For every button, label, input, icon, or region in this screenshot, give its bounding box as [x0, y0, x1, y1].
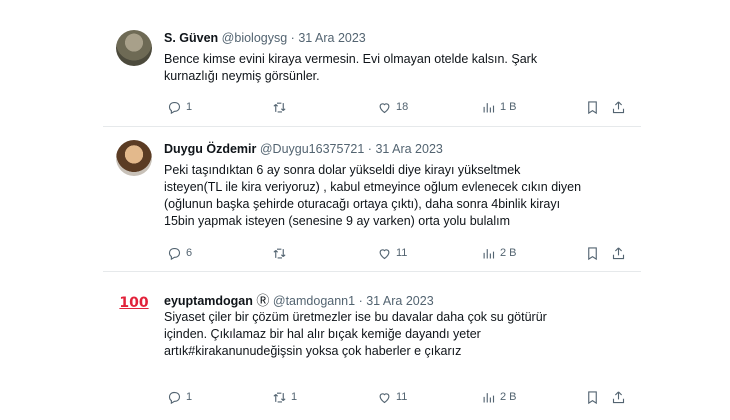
- bookmark-icon: [588, 100, 597, 114]
- heart-icon: [379, 392, 390, 403]
- tweet[interactable]: S. Güven @biologysg · 31 Ara 2023 Bence …: [103, 14, 641, 127]
- tweet-header: Duygu Özdemir @Duygu16375721 · 31 Ara 20…: [164, 142, 443, 156]
- separator: ·: [358, 294, 363, 308]
- bookmark-icon: [588, 390, 597, 404]
- tweet-text-line: içinden. Çıkılamaz bir hal alır bıçak ke…: [164, 327, 481, 341]
- reply-button[interactable]: 6: [167, 243, 192, 263]
- like-count: 11: [396, 247, 408, 259]
- tweet-actions: 1 18 1 B: [159, 97, 629, 117]
- views-icon: [483, 248, 495, 258]
- heart-icon: [379, 102, 390, 113]
- tweet-date[interactable]: 31 Ara 2023: [375, 142, 442, 156]
- view-count: 2 B: [500, 391, 517, 403]
- bookmark-icon: [588, 246, 597, 260]
- tweet-actions: 1 1 11 2 B: [159, 387, 629, 407]
- views-button[interactable]: 1 B: [481, 97, 517, 117]
- avatar[interactable]: [116, 30, 152, 66]
- share-icon: [612, 390, 625, 403]
- like-count: 11: [396, 391, 408, 403]
- bookmark-button[interactable]: [585, 243, 600, 263]
- retweet-count: 1: [291, 391, 298, 403]
- heart-icon: [379, 248, 390, 259]
- tweet-text-line: Siyaset çiler bir çözüm üretmezler ise b…: [164, 310, 547, 324]
- retweet-icon: [273, 248, 286, 258]
- reply-button[interactable]: 1: [167, 97, 192, 117]
- views-icon: [483, 102, 495, 112]
- avatar-emoji-100: 100: [119, 295, 149, 311]
- tweet-text-line: kurnazlığı neymiş görsünler.: [164, 69, 320, 83]
- tweet-text: Siyaset çiler bir çözüm üretmezler ise b…: [164, 309, 624, 360]
- share-button[interactable]: [611, 243, 626, 263]
- tweet-text-line: Peki taşındıktan 6 ay sonra dolar yüksel…: [164, 163, 521, 177]
- views-icon: [483, 392, 495, 402]
- reply-icon: [168, 101, 181, 114]
- reply-count: 6: [186, 247, 193, 259]
- tweet-date[interactable]: 31 Ara 2023: [298, 31, 365, 45]
- share-icon: [612, 246, 625, 259]
- like-count: 18: [396, 101, 409, 113]
- registered-badge-icon: Ⓡ: [256, 293, 270, 308]
- bookmark-button[interactable]: [585, 97, 600, 117]
- reply-count: 1: [186, 101, 193, 113]
- retweet-button[interactable]: [272, 243, 291, 263]
- like-button[interactable]: 18: [377, 97, 408, 117]
- tweet-list: S. Güven @biologysg · 31 Ara 2023 Bence …: [103, 14, 641, 408]
- retweet-icon: [273, 392, 286, 402]
- reply-count: 1: [186, 391, 193, 403]
- avatar[interactable]: [116, 140, 152, 176]
- tweet-text-line: artık#kirakanunudeğişsin yoksa çok haber…: [164, 344, 462, 358]
- separator: ·: [290, 31, 295, 45]
- views-button[interactable]: 2 B: [481, 387, 517, 407]
- display-name[interactable]: eyuptamdogan: [164, 294, 253, 308]
- separator: ·: [367, 142, 372, 156]
- retweet-button[interactable]: 1: [272, 387, 297, 407]
- share-button[interactable]: [611, 387, 626, 407]
- retweet-button[interactable]: [272, 97, 291, 117]
- tweet-actions: 6 11 2 B: [159, 243, 629, 263]
- avatar[interactable]: 100: [116, 285, 152, 321]
- user-handle[interactable]: @Duygu16375721: [260, 142, 364, 156]
- tweet[interactable]: Duygu Özdemir @Duygu16375721 · 31 Ara 20…: [103, 126, 641, 272]
- tweet-header: eyuptamdogan Ⓡ @tamdogann1 · 31 Ara 2023: [164, 290, 434, 309]
- tweet-date[interactable]: 31 Ara 2023: [366, 294, 433, 308]
- tweet-text: Peki taşındıktan 6 ay sonra dolar yüksel…: [164, 162, 624, 230]
- like-button[interactable]: 11: [377, 387, 407, 407]
- view-count: 2 B: [500, 247, 517, 259]
- user-handle[interactable]: @biologysg: [222, 31, 288, 45]
- retweet-icon: [273, 102, 286, 112]
- display-name[interactable]: Duygu Özdemir: [164, 142, 256, 156]
- tweet-header: S. Güven @biologysg · 31 Ara 2023: [164, 31, 366, 45]
- tweet-text-line: isteyen(TL ile kira veriyoruz) , kabul e…: [164, 180, 582, 194]
- views-button[interactable]: 2 B: [481, 243, 517, 263]
- reply-icon: [168, 391, 181, 404]
- share-icon: [612, 100, 625, 113]
- user-handle[interactable]: @tamdogann1: [273, 294, 355, 308]
- reply-icon: [168, 247, 181, 260]
- tweet-text-line: 15bin yapmak isteyen (senesine 9 ay vark…: [164, 214, 511, 228]
- tweet-text-line: (oğlunun başka şehirde oturacağı ortaya …: [164, 197, 561, 211]
- display-name[interactable]: S. Güven: [164, 31, 218, 45]
- bookmark-button[interactable]: [585, 387, 600, 407]
- like-button[interactable]: 11: [377, 243, 407, 263]
- reply-button[interactable]: 1: [167, 387, 192, 407]
- tweet-text-line: Bence kimse evini kiraya vermesin. Evi o…: [164, 52, 538, 66]
- share-button[interactable]: [611, 97, 626, 117]
- view-count: 1 B: [500, 101, 517, 113]
- tweet-text: Bence kimse evini kiraya vermesin. Evi o…: [164, 51, 624, 85]
- tweet[interactable]: 100 eyuptamdogan Ⓡ @tamdogann1 · 31 Ara …: [103, 271, 641, 408]
